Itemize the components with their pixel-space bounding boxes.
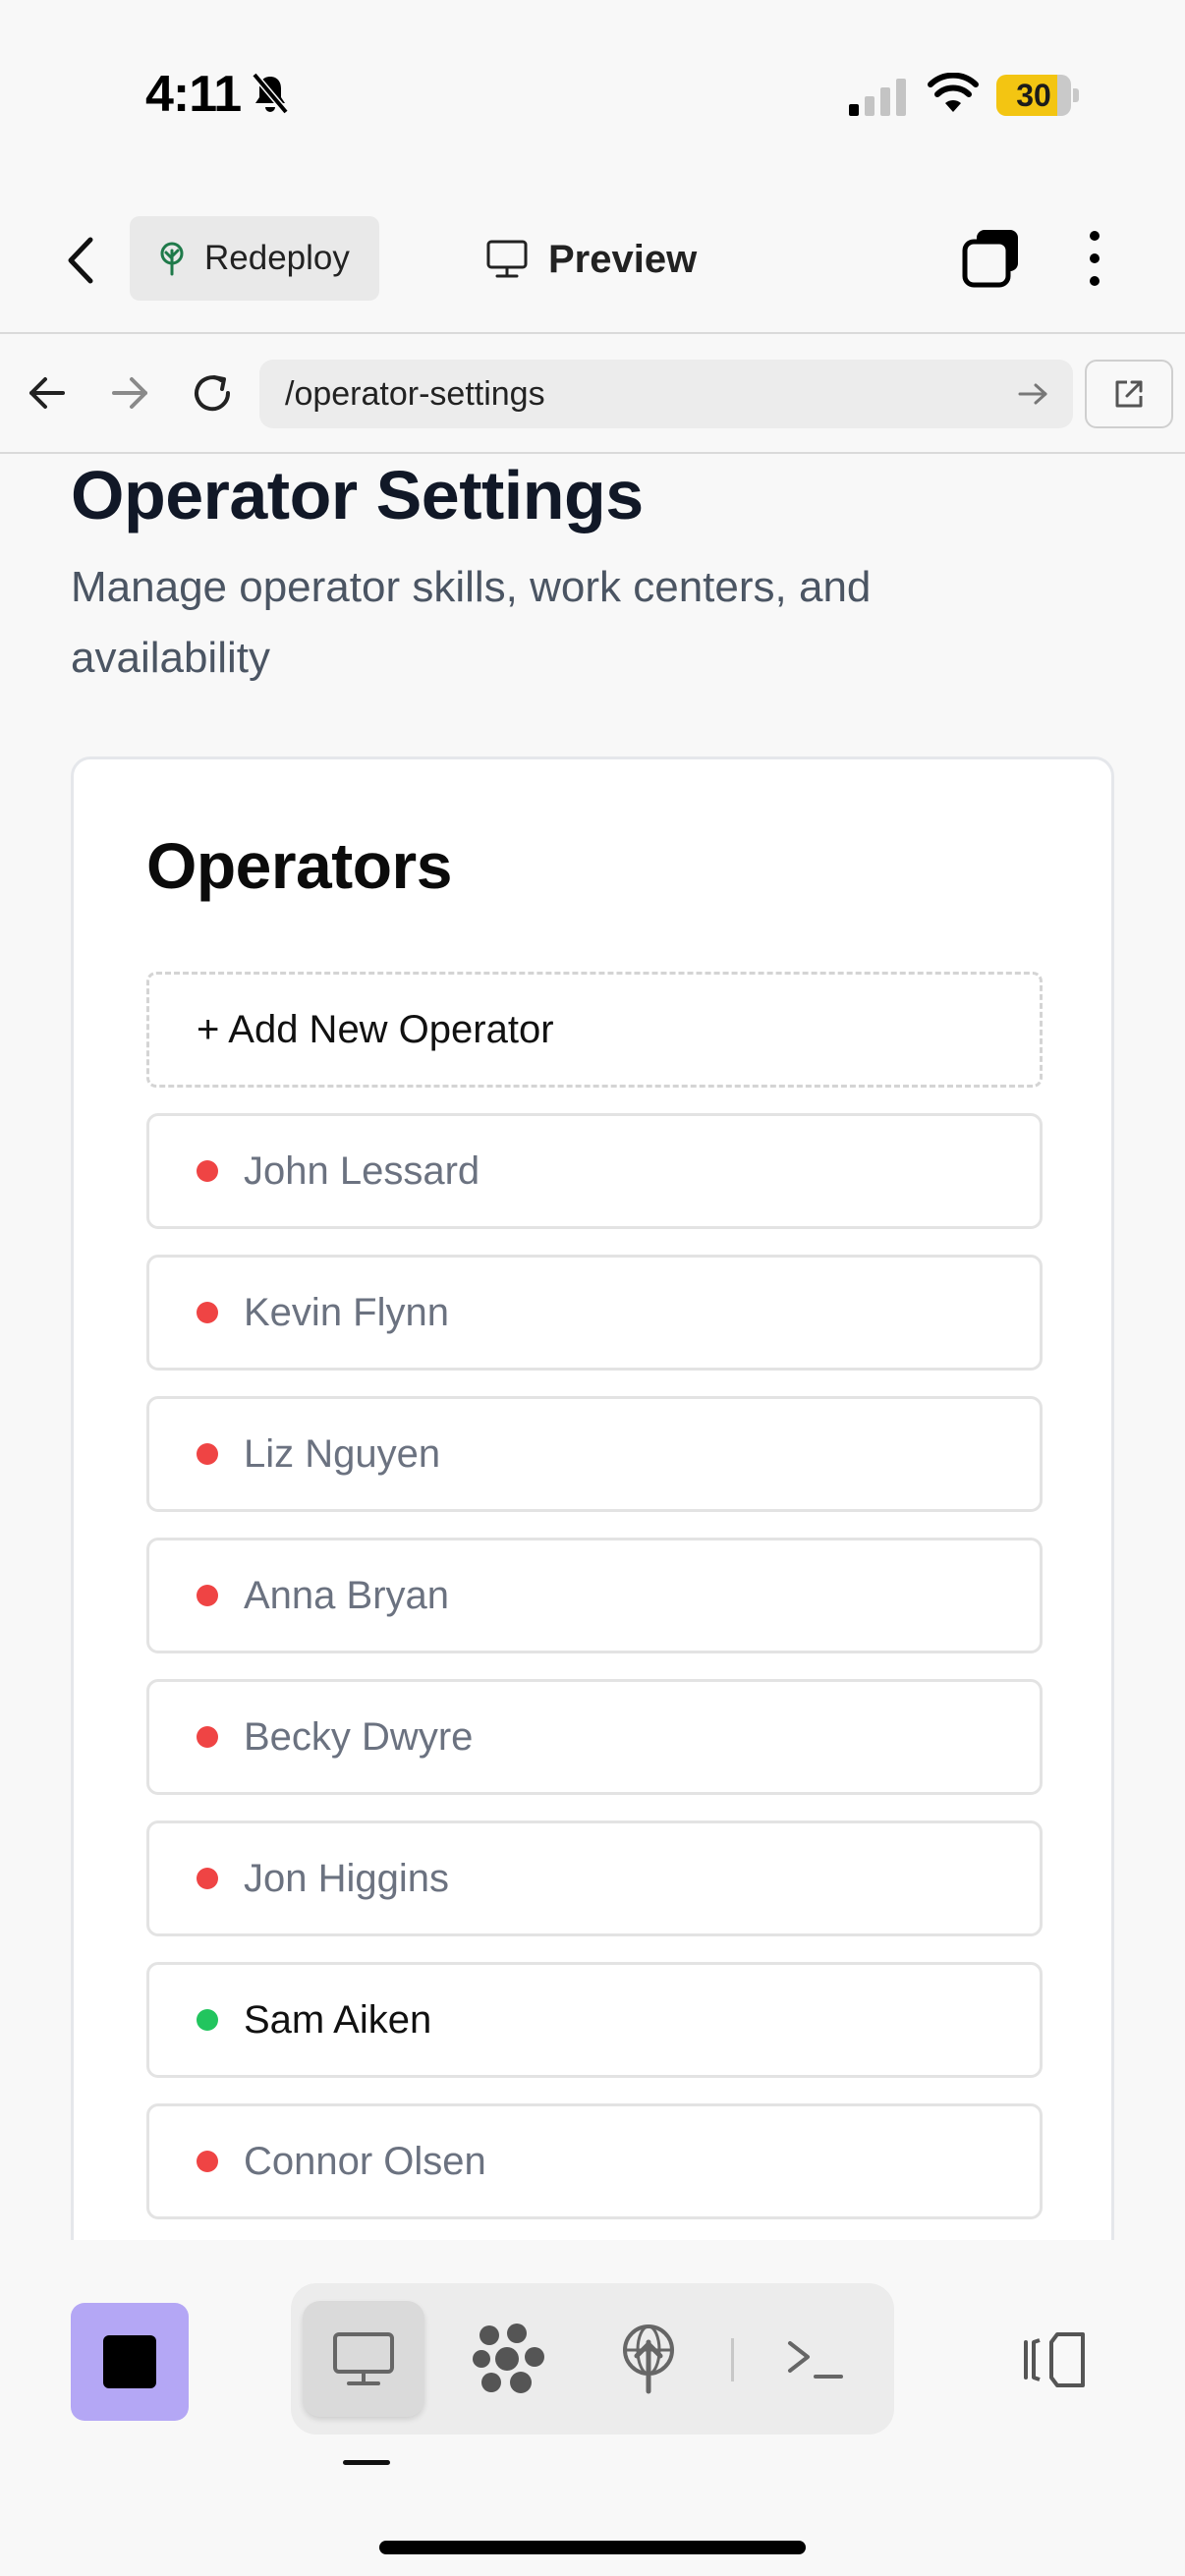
operator-row[interactable]: Becky Dwyre bbox=[146, 1679, 1043, 1795]
stop-icon bbox=[103, 2335, 156, 2388]
browser-back-icon[interactable] bbox=[24, 369, 71, 417]
more-options-icon[interactable] bbox=[1081, 228, 1108, 289]
operator-row[interactable]: Jon Higgins bbox=[146, 1820, 1043, 1936]
availability-status-dot bbox=[197, 1868, 218, 1889]
operator-row[interactable]: Sam Aiken bbox=[146, 1962, 1043, 2078]
status-time: 4:11 bbox=[145, 66, 242, 123]
operator-name: Jon Higgins bbox=[244, 1856, 450, 1900]
bell-muted-icon bbox=[252, 72, 289, 115]
cluster-icon[interactable] bbox=[448, 2301, 570, 2417]
operators-card: Operators + Add New Operator John Lessar… bbox=[71, 756, 1114, 2240]
url-field[interactable]: /operator-settings bbox=[259, 360, 1073, 428]
segment-divider bbox=[731, 2338, 734, 2381]
availability-status-dot bbox=[197, 2009, 218, 2031]
redeploy-label: Redeploy bbox=[204, 239, 350, 277]
operator-row[interactable]: John Lessard bbox=[146, 1113, 1043, 1229]
tabs-icon[interactable] bbox=[961, 228, 1022, 289]
availability-status-dot bbox=[197, 1443, 218, 1465]
wifi-icon bbox=[928, 73, 979, 112]
page-content: Operator Settings Manage operator skills… bbox=[0, 456, 1185, 2240]
preview-monitor-icon[interactable] bbox=[303, 2301, 424, 2417]
cellular-signal-icon bbox=[849, 79, 906, 116]
preview-label: Preview bbox=[548, 237, 698, 281]
operator-row[interactable]: Connor Olsen bbox=[146, 2103, 1043, 2219]
monitor-icon bbox=[486, 240, 528, 278]
home-indicator bbox=[379, 2541, 806, 2554]
app-toolbar: Redeploy Preview bbox=[0, 187, 1185, 334]
redeploy-button[interactable]: Redeploy bbox=[130, 216, 379, 301]
availability-status-dot bbox=[197, 1160, 218, 1182]
bottom-dock bbox=[0, 2240, 1185, 2576]
url-text: /operator-settings bbox=[285, 374, 545, 413]
open-external-button[interactable] bbox=[1085, 360, 1173, 428]
availability-status-dot bbox=[197, 1726, 218, 1748]
operator-list: John Lessard Kevin Flynn Liz Nguyen Anna Br… bbox=[146, 1113, 1043, 2240]
browser-bar: /operator-settings bbox=[0, 334, 1185, 454]
availability-status-dot bbox=[197, 1302, 218, 1323]
operators-card-title: Operators bbox=[146, 829, 452, 902]
operator-name: John Lessard bbox=[244, 1148, 480, 1193]
back-chevron-icon[interactable] bbox=[59, 228, 104, 293]
operator-name: Anna Bryan bbox=[244, 1573, 450, 1617]
deploy-icon[interactable] bbox=[588, 2301, 709, 2417]
side-panel-icon[interactable] bbox=[1018, 2326, 1089, 2389]
go-arrow-icon[interactable] bbox=[1016, 379, 1049, 409]
stop-button[interactable] bbox=[71, 2303, 189, 2421]
browser-forward-icon[interactable] bbox=[106, 369, 153, 417]
active-tab-indicator bbox=[343, 2460, 390, 2465]
operator-row[interactable]: Kevin Flynn bbox=[146, 1255, 1043, 1371]
battery-indicator: 30 bbox=[996, 75, 1079, 116]
operator-name: Liz Nguyen bbox=[244, 1431, 441, 1476]
operator-name: Becky Dwyre bbox=[244, 1714, 474, 1759]
add-operator-button[interactable]: + Add New Operator bbox=[146, 972, 1043, 1088]
operator-row[interactable]: Liz Nguyen bbox=[146, 1396, 1043, 1512]
status-bar: 4:11 30 bbox=[0, 0, 1185, 187]
operator-name: Sam Aiken bbox=[244, 1997, 432, 2042]
availability-status-dot bbox=[197, 2151, 218, 2172]
reload-icon[interactable] bbox=[189, 369, 236, 417]
operator-name: Kevin Flynn bbox=[244, 1290, 449, 1334]
preview-title: Preview bbox=[485, 232, 697, 287]
terminal-icon[interactable] bbox=[755, 2301, 876, 2417]
operator-row[interactable]: Anna Bryan bbox=[146, 1538, 1043, 1653]
availability-status-dot bbox=[197, 1585, 218, 1606]
view-switcher bbox=[291, 2283, 894, 2435]
redeploy-tree-icon bbox=[160, 242, 184, 276]
page-title: Operator Settings bbox=[71, 457, 644, 533]
open-external-icon bbox=[1115, 380, 1143, 408]
battery-level: 30 bbox=[1016, 78, 1051, 113]
page-subtitle: Manage operator skills, work centers, an… bbox=[71, 563, 872, 682]
operator-name: Connor Olsen bbox=[244, 2139, 486, 2183]
